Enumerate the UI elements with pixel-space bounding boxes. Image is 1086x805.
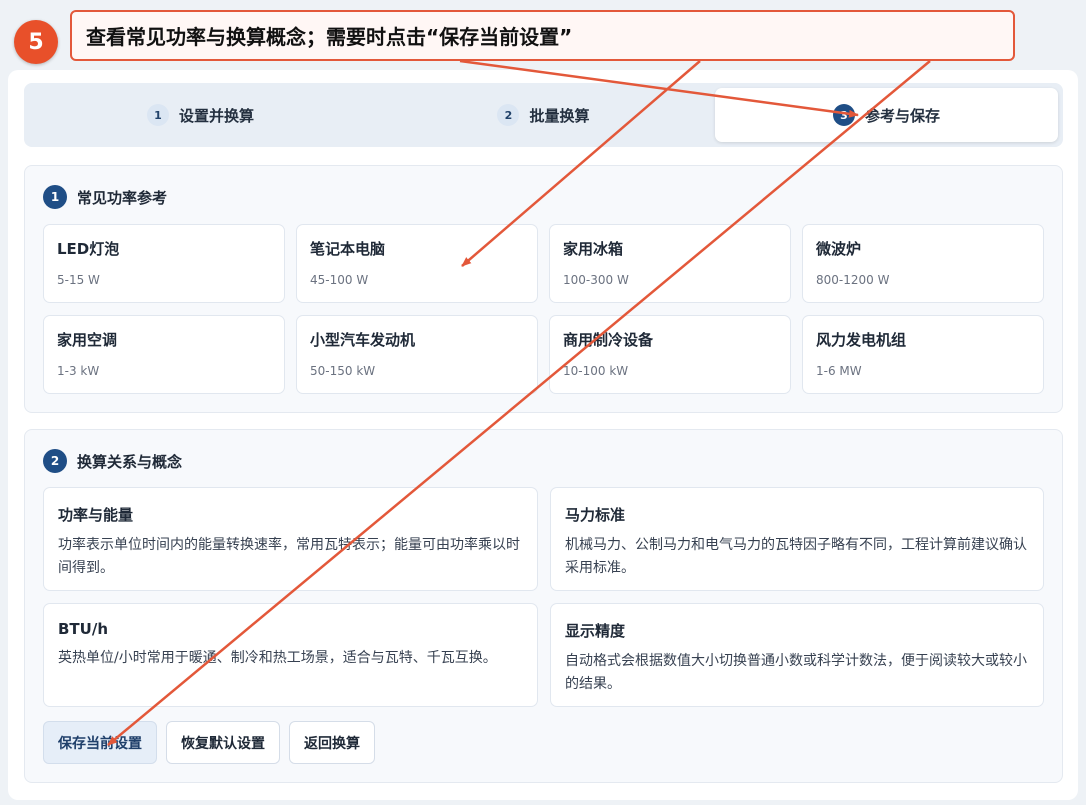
action-bar: 保存当前设置 恢复默认设置 返回换算 — [43, 721, 375, 764]
concept-title: 马力标准 — [565, 506, 626, 524]
tab-label: 批量换算 — [529, 106, 590, 125]
reference-name: 笔记本电脑 — [310, 240, 386, 258]
save-settings-button[interactable]: 保存当前设置 — [43, 721, 157, 764]
reference-range: 10-100 kW — [563, 364, 629, 378]
tab-label: 参考与保存 — [864, 106, 940, 125]
tab-number: 2 — [497, 104, 520, 126]
concept-title: 显示精度 — [565, 622, 626, 640]
reference-range: 800-1200 W — [816, 273, 890, 287]
reference-range: 1-6 MW — [816, 364, 862, 378]
concept-card: 马力标准 机械马力、公制马力和电气马力的瓦特因子略有不同，工程计算前建议确认采用… — [550, 487, 1044, 591]
concept-card: 显示精度 自动格式会根据数值大小切换普通小数或科学计数法，便于阅读较大或较小的结… — [550, 603, 1044, 707]
concept-title: 功率与能量 — [58, 506, 134, 524]
section-heading: 1 常见功率参考 — [43, 185, 167, 209]
tab-reference-save[interactable]: 3 参考与保存 — [715, 88, 1058, 142]
concept-card: 功率与能量 功率表示单位时间内的能量转换速率，常用瓦特表示；能量可由功率乘以时间… — [43, 487, 538, 591]
reference-name: 家用空调 — [57, 331, 118, 349]
concept-grid: 功率与能量 功率表示单位时间内的能量转换速率，常用瓦特表示；能量可由功率乘以时间… — [43, 487, 1045, 707]
tab-bar: 1 设置并换算 2 批量换算 3 参考与保存 — [24, 83, 1063, 147]
reference-range: 5-15 W — [57, 273, 100, 287]
reference-card: 家用冰箱 100-300 W — [549, 224, 791, 303]
instruction-text: 查看常见功率与换算概念；需要时点击“保存当前设置” — [86, 25, 573, 49]
reference-card: 笔记本电脑 45-100 W — [296, 224, 538, 303]
reference-card: 商用制冷设备 10-100 kW — [549, 315, 791, 394]
reference-grid: LED灯泡 5-15 W 笔记本电脑 45-100 W 家用冰箱 100-300… — [43, 224, 1045, 394]
section-title: 常见功率参考 — [77, 188, 168, 207]
conversion-concepts-section: 2 换算关系与概念 功率与能量 功率表示单位时间内的能量转换速率，常用瓦特表示；… — [24, 429, 1063, 783]
power-reference-section: 1 常见功率参考 LED灯泡 5-15 W 笔记本电脑 45-100 W 家用冰… — [24, 165, 1063, 413]
section-title: 换算关系与概念 — [77, 452, 183, 471]
tab-batch-convert[interactable]: 2 批量换算 — [372, 88, 715, 142]
reference-name: 风力发电机组 — [816, 331, 907, 349]
tab-setup-convert[interactable]: 1 设置并换算 — [29, 88, 372, 142]
reference-range: 50-150 kW — [310, 364, 376, 378]
reference-name: 商用制冷设备 — [563, 331, 654, 349]
reference-name: 小型汽车发动机 — [310, 331, 416, 349]
tab-number: 1 — [146, 104, 169, 126]
reference-name: LED灯泡 — [57, 240, 120, 258]
reference-range: 45-100 W — [310, 273, 369, 287]
back-to-convert-button[interactable]: 返回换算 — [289, 721, 375, 764]
concept-text: 英热单位/小时常用于暖通、制冷和热工场景，适合与瓦特、千瓦互换。 — [58, 650, 497, 666]
concept-text: 自动格式会根据数值大小切换普通小数或科学计数法，便于阅读较大或较小的结果。 — [565, 653, 1027, 692]
section-number: 2 — [43, 449, 67, 473]
tab-label: 设置并换算 — [178, 106, 254, 125]
reference-card: 家用空调 1-3 kW — [43, 315, 285, 394]
reference-name: 微波炉 — [816, 240, 862, 258]
concept-text: 功率表示单位时间内的能量转换速率，常用瓦特表示；能量可由功率乘以时间得到。 — [58, 537, 520, 576]
reference-range: 1-3 kW — [57, 364, 100, 378]
reference-range: 100-300 W — [563, 273, 629, 287]
tab-number: 3 — [832, 104, 855, 126]
section-number: 1 — [43, 185, 67, 209]
reference-card: 微波炉 800-1200 W — [802, 224, 1044, 303]
step-badge: 5 — [14, 20, 58, 64]
section-heading: 2 换算关系与概念 — [43, 449, 182, 473]
concept-title: BTU/h — [58, 620, 109, 638]
reference-name: 家用冰箱 — [563, 240, 624, 258]
concept-text: 机械马力、公制马力和电气马力的瓦特因子略有不同，工程计算前建议确认采用标准。 — [565, 537, 1027, 576]
reset-defaults-button[interactable]: 恢复默认设置 — [166, 721, 280, 764]
reference-card: 风力发电机组 1-6 MW — [802, 315, 1044, 394]
instruction-banner: 查看常见功率与换算概念；需要时点击“保存当前设置” — [70, 10, 1015, 61]
concept-card: BTU/h 英热单位/小时常用于暖通、制冷和热工场景，适合与瓦特、千瓦互换。 — [43, 603, 538, 707]
reference-card: 小型汽车发动机 50-150 kW — [296, 315, 538, 394]
reference-card: LED灯泡 5-15 W — [43, 224, 285, 303]
